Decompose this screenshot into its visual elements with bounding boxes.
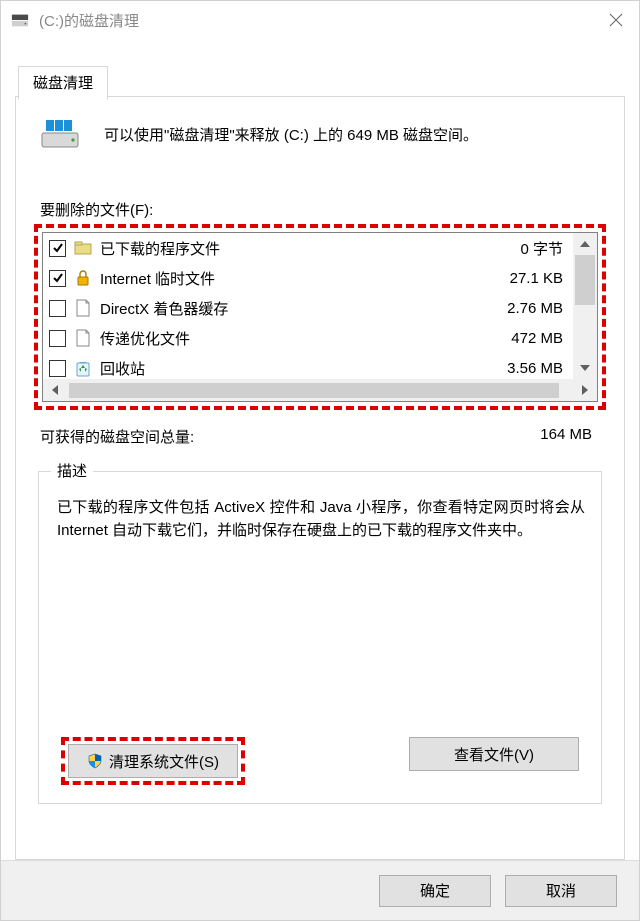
item-size: 2.76 MB <box>487 300 567 317</box>
clean-system-files-button[interactable]: 清理系统文件(S) <box>68 744 238 778</box>
scroll-down-arrow[interactable] <box>573 357 597 379</box>
ok-label: 确定 <box>420 880 450 901</box>
checkbox[interactable] <box>49 270 66 287</box>
list-item[interactable]: 传递优化文件472 MB <box>43 323 573 353</box>
cancel-label: 取消 <box>546 880 576 901</box>
item-name: 传递优化文件 <box>100 328 487 349</box>
description-legend: 描述 <box>51 460 93 481</box>
horizontal-scrollbar[interactable] <box>43 379 597 401</box>
lock-icon <box>74 269 92 287</box>
view-files-button[interactable]: 查看文件(V) <box>409 737 579 771</box>
list-item[interactable]: Internet 临时文件27.1 KB <box>43 263 573 293</box>
clean-system-files-label: 清理系统文件(S) <box>109 751 219 772</box>
file-list[interactable]: 已下载的程序文件0 字节Internet 临时文件27.1 KBDirectX … <box>42 232 598 402</box>
item-size: 27.1 KB <box>487 270 567 287</box>
total-label: 可获得的磁盘空间总量: <box>40 426 194 447</box>
client-area: 磁盘清理 可以使用"磁盘清理"来释放 (C:) 上的 649 MB 磁盘空间。 … <box>1 39 639 860</box>
item-name: 已下载的程序文件 <box>100 238 487 259</box>
folder-icon <box>74 239 92 257</box>
highlight-clean-system: 清理系统文件(S) <box>61 737 245 785</box>
file-icon <box>74 329 92 347</box>
hscroll-thumb[interactable] <box>69 383 559 398</box>
tab-disk-cleanup[interactable]: 磁盘清理 <box>18 66 108 100</box>
description-text: 已下载的程序文件包括 ActiveX 控件和 Java 小程序，你查看特定网页时… <box>39 472 601 543</box>
cleanup-drive-icon <box>40 115 80 155</box>
scroll-up-arrow[interactable] <box>573 233 597 255</box>
list-item[interactable]: DirectX 着色器缓存2.76 MB <box>43 293 573 323</box>
intro-text: 可以使用"磁盘清理"来释放 (C:) 上的 649 MB 磁盘空间。 <box>104 125 478 146</box>
list-item[interactable]: 已下载的程序文件0 字节 <box>43 233 573 263</box>
ok-button[interactable]: 确定 <box>379 875 491 907</box>
view-files-label: 查看文件(V) <box>454 744 534 765</box>
item-size: 0 字节 <box>487 238 567 259</box>
item-name: Internet 临时文件 <box>100 268 487 289</box>
checkbox[interactable] <box>49 240 66 257</box>
tab-label: 磁盘清理 <box>33 75 93 92</box>
cancel-button[interactable]: 取消 <box>505 875 617 907</box>
dialog-footer: 确定 取消 <box>1 860 639 920</box>
scroll-thumb[interactable] <box>575 255 595 305</box>
scroll-left-arrow[interactable] <box>43 379 67 401</box>
checkbox[interactable] <box>49 360 66 377</box>
window-title: (C:)的磁盘清理 <box>39 10 593 31</box>
highlight-files-box: 已下载的程序文件0 字节Internet 临时文件27.1 KBDirectX … <box>34 224 606 410</box>
file-icon <box>74 299 92 317</box>
item-name: 回收站 <box>100 358 487 379</box>
scroll-right-arrow[interactable] <box>573 379 597 401</box>
files-to-delete-label: 要删除的文件(F): <box>40 199 624 220</box>
vertical-scrollbar[interactable] <box>573 233 597 379</box>
disk-cleanup-window: (C:)的磁盘清理 磁盘清理 可以使 <box>0 0 640 921</box>
item-name: DirectX 着色器缓存 <box>100 298 487 319</box>
checkbox[interactable] <box>49 300 66 317</box>
total-value: 164 MB <box>540 426 592 447</box>
recycle-icon <box>74 359 92 377</box>
list-item[interactable]: 回收站3.56 MB <box>43 353 573 379</box>
shield-icon <box>87 753 103 769</box>
item-size: 472 MB <box>487 330 567 347</box>
tab-panel: 可以使用"磁盘清理"来释放 (C:) 上的 649 MB 磁盘空间。 要删除的文… <box>15 96 625 860</box>
titlebar: (C:)的磁盘清理 <box>1 1 639 39</box>
checkbox[interactable] <box>49 330 66 347</box>
drive-icon <box>11 11 29 29</box>
description-group: 描述 已下载的程序文件包括 ActiveX 控件和 Java 小程序，你查看特定… <box>38 471 602 804</box>
close-button[interactable] <box>593 2 639 38</box>
item-size: 3.56 MB <box>487 360 567 377</box>
